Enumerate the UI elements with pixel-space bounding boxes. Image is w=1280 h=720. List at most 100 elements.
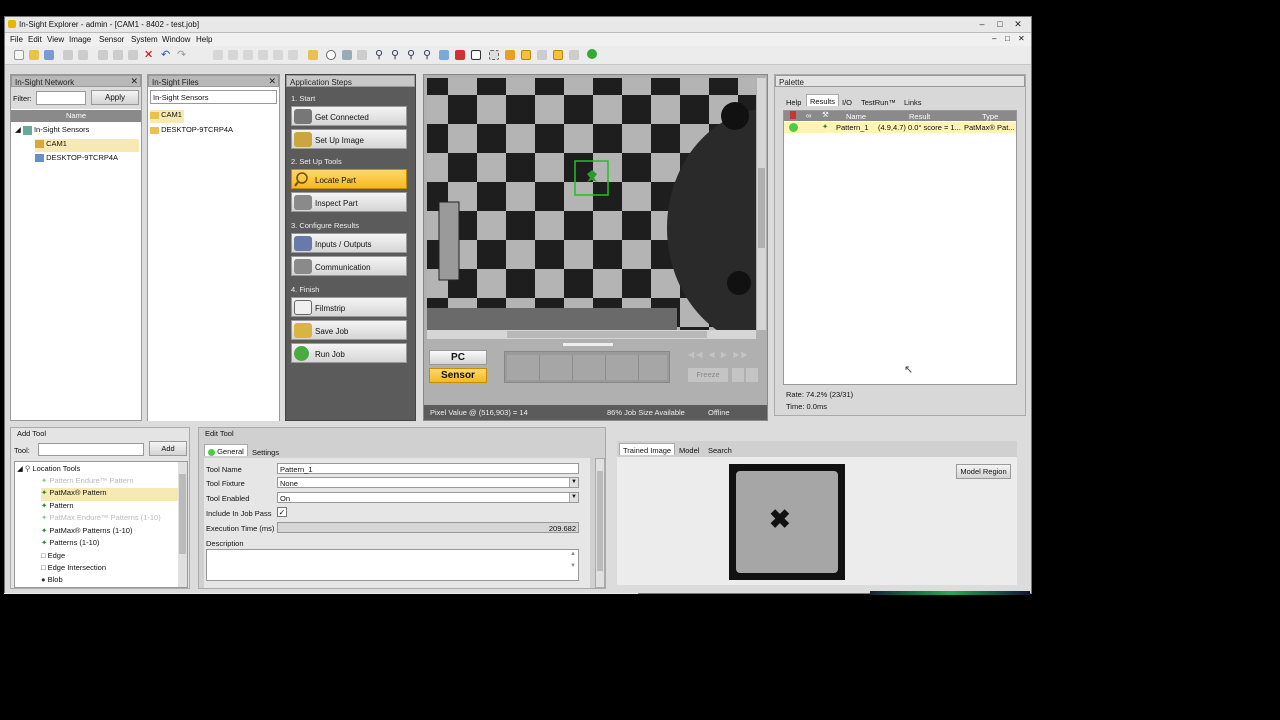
filmstrip-nav-buttons[interactable]: ◀◀ ◀ ▶ ▶▶ — [688, 350, 760, 364]
print-icon[interactable] — [63, 50, 73, 60]
tab-help[interactable]: Help — [783, 96, 804, 108]
zoom-100-icon[interactable] — [439, 50, 449, 60]
locate-part-button[interactable]: Locate Part — [291, 169, 407, 189]
tool-name-field[interactable]: Pattern_1 — [277, 463, 579, 474]
crosshair-icon[interactable] — [489, 50, 499, 60]
camera-image[interactable] — [427, 78, 756, 330]
tree-item-insight-sensors[interactable]: ◢ In-Sight Sensors — [15, 125, 89, 138]
file-item-desktop[interactable]: DESKTOP-9TCRP4A — [150, 125, 233, 138]
column-name[interactable]: Name — [846, 112, 866, 121]
play-icon[interactable] — [258, 50, 268, 60]
scale-icon[interactable] — [357, 50, 367, 60]
zoom-fit-icon[interactable]: ⚲ — [407, 48, 415, 61]
files-path-field[interactable]: In-Sight Sensors — [150, 90, 277, 104]
pc-button[interactable]: PC — [429, 350, 487, 365]
communication-button[interactable]: Communication — [291, 256, 407, 276]
image-horizontal-scrollbar[interactable] — [427, 330, 756, 339]
tool-search-input[interactable] — [38, 443, 144, 456]
doc-close-button[interactable]: ✕ — [1018, 34, 1025, 43]
menu-view[interactable]: View — [47, 35, 64, 44]
menu-file[interactable]: File — [10, 35, 23, 44]
close-button[interactable]: ✕ — [1011, 19, 1025, 30]
online-icon[interactable] — [521, 50, 531, 60]
tab-general[interactable]: General — [204, 444, 248, 456]
print-preview-icon[interactable] — [78, 50, 88, 60]
inspect-part-button[interactable]: Inspect Part — [291, 192, 407, 212]
filmstrip-slider[interactable] — [563, 343, 613, 346]
sensor-button[interactable]: Sensor — [429, 368, 487, 383]
prev-frame-icon[interactable] — [228, 50, 238, 60]
scroll-thumb[interactable] — [179, 474, 186, 554]
tab-testrun[interactable]: TestRun™ — [858, 96, 899, 108]
refresh-icon[interactable] — [342, 50, 352, 60]
menu-edit[interactable]: Edit — [28, 35, 42, 44]
result-row[interactable]: ✦ Pattern_1 (4.9,4.7) 0.0° score = 1... … — [784, 122, 1016, 133]
description-field[interactable] — [206, 549, 579, 581]
play-back-icon[interactable] — [243, 50, 253, 60]
clear-filmstrip-icon[interactable] — [746, 368, 758, 382]
save-icon[interactable] — [44, 50, 54, 60]
save-job-button[interactable]: Save Job — [291, 320, 407, 340]
settings-icon[interactable] — [569, 50, 579, 60]
zoom-fill-icon[interactable]: ⚲ — [423, 48, 431, 61]
scroll-thumb[interactable] — [507, 331, 707, 338]
tool-item-blob[interactable]: ● Blob — [41, 575, 63, 588]
new-icon[interactable] — [14, 50, 24, 60]
image-vertical-scrollbar[interactable] — [757, 78, 766, 330]
file-item-cam1[interactable]: CAM1 — [150, 110, 184, 123]
cut-icon[interactable] — [98, 50, 108, 60]
tab-trained-image[interactable]: Trained Image — [619, 443, 676, 455]
network-close-icon[interactable]: ✕ — [130, 76, 138, 87]
open-icon[interactable] — [29, 50, 39, 60]
filmstrip-thumbnails[interactable] — [504, 351, 670, 383]
apply-button[interactable]: Apply — [91, 90, 139, 105]
model-region-button[interactable]: Model Region — [956, 464, 1011, 479]
tab-model[interactable]: Model — [676, 444, 702, 456]
edit-tool-scrollbar[interactable] — [595, 458, 605, 588]
tab-results[interactable]: Results — [806, 94, 840, 106]
name-column-header[interactable]: Name — [11, 110, 141, 122]
circle-icon[interactable] — [326, 50, 336, 60]
dropdown-arrow-icon[interactable]: ▼ — [569, 478, 578, 487]
menu-image[interactable]: Image — [69, 35, 91, 44]
add-tool-button[interactable]: Add — [149, 441, 187, 456]
menu-system[interactable]: System — [131, 35, 158, 44]
live-icon[interactable] — [537, 50, 547, 60]
delete-icon[interactable]: ✕ — [144, 48, 153, 61]
undo-icon[interactable]: ↶ — [161, 48, 170, 61]
tab-io[interactable]: I/O — [839, 96, 855, 108]
copy-icon[interactable] — [113, 50, 123, 60]
graphics-icon[interactable] — [455, 50, 465, 60]
collapse-icon[interactable]: ◢ — [15, 125, 21, 134]
menu-help[interactable]: Help — [196, 35, 212, 44]
filmstrip-button[interactable]: Filmstrip — [291, 297, 407, 317]
tool-item-patmax-endure-patterns[interactable]: ✦ PatMax Endure™ Patterns (1-10) — [41, 513, 161, 526]
column-type[interactable]: Type — [982, 112, 998, 121]
freeze-button[interactable]: Freeze — [688, 368, 728, 382]
minimize-button[interactable]: – — [975, 19, 989, 30]
tab-search[interactable]: Search — [705, 444, 735, 456]
menu-window[interactable]: Window — [162, 35, 190, 44]
description-scroll-arrows[interactable]: ▲ ▼ — [570, 551, 578, 579]
filter-input[interactable] — [36, 91, 86, 105]
paste-icon[interactable] — [128, 50, 138, 60]
tool-tree-scrollbar[interactable] — [178, 462, 187, 587]
record-icon[interactable] — [288, 50, 298, 60]
doc-minimize-button[interactable]: – — [992, 34, 996, 43]
tree-item-cam1[interactable]: CAM1 — [35, 139, 139, 152]
trigger-icon[interactable] — [505, 50, 515, 60]
redo-icon[interactable]: ↷ — [177, 48, 186, 61]
inputs-outputs-button[interactable]: Inputs / Outputs — [291, 233, 407, 253]
doc-restore-button[interactable]: □ — [1005, 34, 1010, 43]
frame-icon[interactable] — [471, 50, 481, 60]
dropdown-arrow-icon[interactable]: ▼ — [569, 493, 578, 502]
scroll-thumb[interactable] — [597, 471, 603, 571]
get-connected-button[interactable]: Get Connected — [291, 106, 407, 126]
zoom-in-icon[interactable]: ⚲ — [375, 48, 383, 61]
column-result[interactable]: Result — [909, 112, 930, 121]
collapse-icon[interactable]: ◢ — [17, 464, 23, 473]
files-close-icon[interactable]: ✕ — [268, 76, 276, 87]
grab-icon[interactable] — [553, 50, 563, 60]
set-up-image-button[interactable]: Set Up Image — [291, 129, 407, 149]
power-icon[interactable] — [587, 49, 597, 59]
